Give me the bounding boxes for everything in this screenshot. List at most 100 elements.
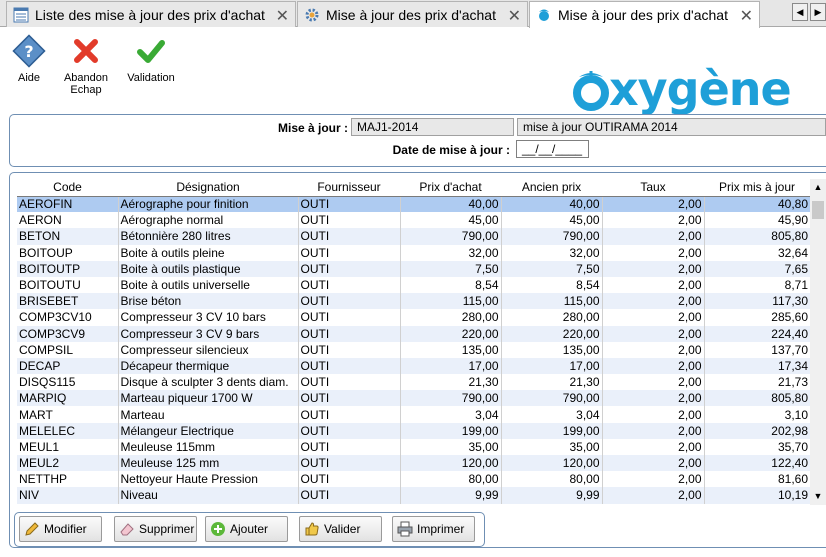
cell-designation[interactable]: Meuleuse 125 mm bbox=[117, 455, 298, 472]
cell-designation[interactable]: Marteau bbox=[117, 406, 298, 423]
table-row[interactable]: BOITOUP Boite à outils pleine OUTI 32,00 32,… bbox=[17, 244, 810, 261]
modifier-button[interactable]: Modifier bbox=[19, 516, 102, 542]
cell-taux[interactable]: 2,00 bbox=[601, 325, 704, 342]
aide-button[interactable]: ? Aide bbox=[10, 34, 48, 84]
tab-mise-a-jour-2[interactable]: Mise à jour des prix d'achat ✕ bbox=[529, 1, 760, 28]
cell-taux[interactable]: 2,00 bbox=[601, 309, 704, 326]
cell-taux[interactable]: 2,00 bbox=[601, 455, 704, 472]
close-icon[interactable]: ✕ bbox=[740, 6, 753, 26]
cell-ancien-prix[interactable]: 115,00 bbox=[500, 293, 602, 310]
cell-prix-mis-a-jour[interactable]: 35,70 bbox=[703, 438, 810, 455]
cell-ancien-prix[interactable]: 120,00 bbox=[500, 455, 602, 472]
cell-ancien-prix[interactable]: 199,00 bbox=[500, 422, 602, 439]
cell-ancien-prix[interactable]: 8,54 bbox=[500, 276, 602, 294]
cell-designation[interactable]: Boite à outils plastique bbox=[117, 260, 298, 277]
cell-prix-mis-a-jour[interactable]: 40,80 bbox=[703, 196, 810, 213]
cell-ancien-prix[interactable]: 32,00 bbox=[500, 244, 602, 261]
cell-prix-achat[interactable]: 220,00 bbox=[399, 325, 501, 342]
cell-ancien-prix[interactable]: 135,00 bbox=[500, 341, 602, 358]
cell-code[interactable]: AEROFIN bbox=[17, 196, 118, 213]
cell-ancien-prix[interactable]: 45,00 bbox=[500, 212, 602, 229]
cell-prix-achat[interactable]: 280,00 bbox=[399, 309, 501, 326]
mise-a-jour-description-field[interactable]: mise à jour OUTIRAMA 2014 bbox=[517, 118, 826, 136]
cell-taux[interactable]: 2,00 bbox=[601, 228, 704, 245]
imprimer-button[interactable]: Imprimer bbox=[392, 516, 475, 542]
cell-designation[interactable]: Compresseur 3 CV 9 bars bbox=[117, 325, 298, 342]
cell-prix-mis-a-jour[interactable]: 7,65 bbox=[703, 260, 810, 277]
cell-fournisseur[interactable]: OUTI bbox=[297, 422, 400, 439]
close-icon[interactable]: ✕ bbox=[508, 6, 521, 26]
cell-code[interactable]: DISQS115 bbox=[17, 374, 118, 391]
cell-prix-mis-a-jour[interactable]: 21,73 bbox=[703, 374, 810, 391]
cell-designation[interactable]: Boite à outils pleine bbox=[117, 244, 298, 261]
cell-code[interactable]: COMP3CV10 bbox=[17, 309, 118, 326]
cell-taux[interactable]: 2,00 bbox=[601, 212, 704, 229]
table-row[interactable]: COMPSIL Compresseur silencieux OUTI 135,00 1… bbox=[17, 341, 810, 358]
cell-designation[interactable]: Brise béton bbox=[117, 293, 298, 310]
cell-code[interactable]: COMP3CV9 bbox=[17, 325, 118, 342]
cell-fournisseur[interactable]: OUTI bbox=[297, 471, 400, 488]
cell-designation[interactable]: Compresseur silencieux bbox=[117, 341, 298, 358]
cell-fournisseur[interactable]: OUTI bbox=[297, 276, 400, 294]
cell-prix-achat[interactable]: 7,50 bbox=[399, 260, 501, 277]
column-header-prix-achat[interactable]: Prix d'achat bbox=[400, 179, 501, 197]
cell-prix-mis-a-jour[interactable]: 122,40 bbox=[703, 455, 810, 472]
cell-designation[interactable]: Aérographe pour finition bbox=[117, 196, 298, 213]
cell-taux[interactable]: 2,00 bbox=[601, 244, 704, 261]
cell-fournisseur[interactable]: OUTI bbox=[297, 228, 400, 245]
table-row[interactable]: COMP3CV9 Compresseur 3 CV 9 bars OUTI 220,0… bbox=[17, 325, 810, 342]
cell-fournisseur[interactable]: OUTI bbox=[297, 325, 400, 342]
table-row[interactable]: BOITOUTU Boite à outils universelle OUTI 8,… bbox=[17, 276, 810, 294]
scroll-down-icon[interactable]: ▼ bbox=[810, 488, 826, 505]
cell-taux[interactable]: 2,00 bbox=[601, 406, 704, 423]
cell-prix-mis-a-jour[interactable]: 17,34 bbox=[703, 357, 810, 375]
cell-code[interactable]: MELELEC bbox=[17, 422, 118, 439]
supprimer-button[interactable]: Supprimer bbox=[114, 516, 197, 542]
cell-prix-mis-a-jour[interactable]: 285,60 bbox=[703, 309, 810, 326]
cell-prix-achat[interactable]: 8,54 bbox=[399, 276, 501, 294]
column-header-fournisseur[interactable]: Fournisseur bbox=[298, 179, 400, 197]
cell-designation[interactable]: Disque à sculpter 3 dents diam. bbox=[117, 374, 298, 391]
cell-designation[interactable]: Niveau bbox=[117, 487, 298, 504]
table-row[interactable]: MEUL2 Meuleuse 125 mm OUTI 120,00 120,00 2,00… bbox=[17, 455, 810, 472]
cell-taux[interactable]: 2,00 bbox=[601, 422, 704, 439]
cell-prix-achat[interactable]: 32,00 bbox=[399, 244, 501, 261]
table-row[interactable]: DECAP Décapeur thermique OUTI 17,00 17,00 2,0… bbox=[17, 357, 810, 375]
tab-liste-mises-a-jour[interactable]: Liste des mise à jour des prix d'achat ✕ bbox=[6, 1, 296, 27]
cell-code[interactable]: BRISEBET bbox=[17, 293, 118, 310]
cell-prix-mis-a-jour[interactable]: 32,64 bbox=[703, 244, 810, 261]
cell-code[interactable]: BETON bbox=[17, 228, 118, 245]
cell-code[interactable]: BOITOUTU bbox=[17, 276, 118, 294]
cell-code[interactable]: MEUL2 bbox=[17, 455, 118, 472]
cell-prix-mis-a-jour[interactable]: 805,80 bbox=[703, 390, 810, 407]
date-mise-a-jour-field[interactable]: __/__/____ bbox=[516, 140, 589, 158]
column-header-prix-mis-a-jour[interactable]: Prix mis à jour bbox=[704, 179, 810, 197]
cell-ancien-prix[interactable]: 40,00 bbox=[500, 196, 602, 213]
cell-fournisseur[interactable]: OUTI bbox=[297, 341, 400, 358]
cell-designation[interactable]: Nettoyeur Haute Pression bbox=[117, 471, 298, 488]
cell-prix-mis-a-jour[interactable]: 8,71 bbox=[703, 276, 810, 294]
cell-taux[interactable]: 2,00 bbox=[601, 276, 704, 294]
cell-ancien-prix[interactable]: 280,00 bbox=[500, 309, 602, 326]
table-row[interactable]: AEROFIN Aérographe pour finition OUTI 40,00… bbox=[17, 196, 810, 213]
cell-designation[interactable]: Meuleuse 115mm bbox=[117, 438, 298, 455]
cell-taux[interactable]: 2,00 bbox=[601, 374, 704, 391]
cell-taux[interactable]: 2,00 bbox=[601, 390, 704, 407]
cell-ancien-prix[interactable]: 220,00 bbox=[500, 325, 602, 342]
cell-ancien-prix[interactable]: 17,00 bbox=[500, 357, 602, 375]
scrollbar-thumb[interactable] bbox=[812, 201, 824, 219]
cell-prix-mis-a-jour[interactable]: 10,19 bbox=[703, 487, 810, 504]
cell-prix-achat[interactable]: 3,04 bbox=[399, 406, 501, 423]
close-icon[interactable]: ✕ bbox=[276, 6, 289, 26]
cell-prix-mis-a-jour[interactable]: 224,40 bbox=[703, 325, 810, 342]
column-header-ancien-prix[interactable]: Ancien prix bbox=[501, 179, 602, 197]
cell-ancien-prix[interactable]: 7,50 bbox=[500, 260, 602, 277]
cell-fournisseur[interactable]: OUTI bbox=[297, 406, 400, 423]
tab-mise-a-jour-1[interactable]: Mise à jour des prix d'achat ✕ bbox=[297, 1, 528, 27]
cell-prix-mis-a-jour[interactable]: 805,80 bbox=[703, 228, 810, 245]
cell-taux[interactable]: 2,00 bbox=[601, 293, 704, 310]
cell-prix-achat[interactable]: 790,00 bbox=[399, 228, 501, 245]
mise-a-jour-code-field[interactable]: MAJ1-2014 bbox=[351, 118, 514, 136]
cell-prix-achat[interactable]: 120,00 bbox=[399, 455, 501, 472]
cell-code[interactable]: NETTHP bbox=[17, 471, 118, 488]
